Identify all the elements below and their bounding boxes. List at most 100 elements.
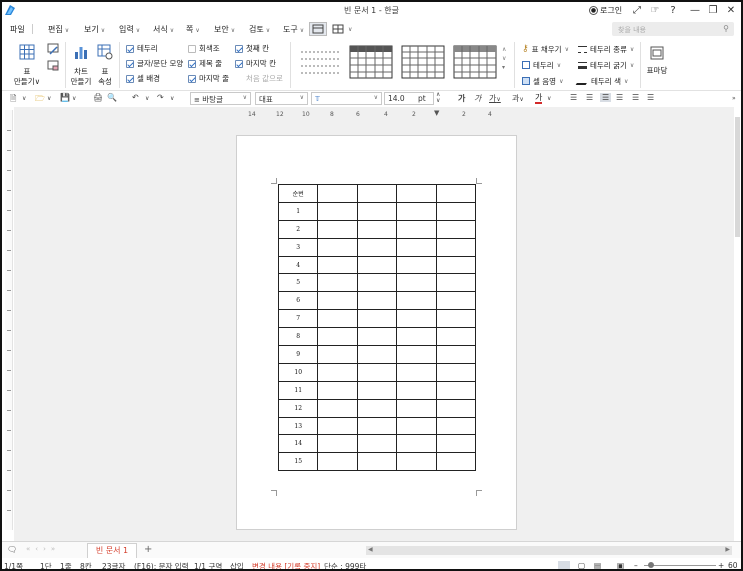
border-button[interactable]: 테두리 ∨ [522,59,561,71]
row-number-cell[interactable]: 12 [277,398,319,418]
row-number-cell[interactable]: 10 [277,362,319,382]
table-cell[interactable] [317,345,358,364]
font-color-button[interactable]: 가 [535,93,543,104]
table-cell[interactable] [396,201,437,221]
menu-review[interactable]: 검토 ∨ [249,24,270,35]
status-page[interactable]: 1/1쪽 [4,561,23,569]
checkbox[interactable] [235,44,243,53]
check-title-row[interactable]: 제목 줄 [188,58,222,69]
table-cell[interactable] [435,255,476,275]
view-web-icon[interactable]: ▢ [578,561,585,569]
table-cell[interactable] [317,201,358,221]
vertical-scrollbar[interactable] [734,107,741,541]
scroll-left-icon[interactable]: ◀ [368,546,373,553]
table-cell[interactable] [435,219,476,239]
close-icon[interactable]: ✕ [724,4,738,17]
table-cell[interactable] [396,398,437,418]
table-style-scroller[interactable]: ∧ ∨ ▾ [502,45,506,72]
table-cell[interactable] [317,398,358,418]
row-number-cell[interactable]: 9 [277,345,319,364]
table-cell[interactable] [356,201,398,221]
menu-tools[interactable]: 도구 ∨ [283,24,304,35]
table-cell[interactable] [317,184,358,203]
redo-dropdown[interactable]: ∨ [170,95,174,102]
table-cell[interactable] [396,273,437,293]
table-style-thumb-plain[interactable] [299,47,341,81]
table-cell[interactable] [396,434,437,454]
align-left-icon[interactable]: ☰ [586,93,593,102]
table-cell[interactable] [435,184,476,203]
border-type-button[interactable]: 테두리 종류 ∨ [578,43,634,55]
checkbox[interactable] [235,59,243,68]
menu-view[interactable]: 보기 ∨ [84,24,105,35]
table-cell[interactable] [317,327,358,347]
row-number-cell[interactable]: 2 [277,219,319,239]
checkbox[interactable] [126,59,134,68]
help-icon[interactable]: ? [666,4,680,17]
toolbar-overflow-icon[interactable]: » [732,95,736,102]
checkbox[interactable] [126,44,134,53]
font-group-select[interactable]: 대표 ∨ [255,92,308,105]
status-change-tracking[interactable]: 변경 내용 [기록 중지] [252,561,320,569]
table-cell[interactable] [356,309,398,329]
italic-button[interactable]: 가 [474,93,481,104]
fill-table-button[interactable]: ⚷ 표 채우기 ∨ [522,43,569,55]
table-cell[interactable] [317,237,358,257]
zoom-level[interactable]: 60 [728,561,738,569]
row-number-cell[interactable]: 7 [277,309,319,329]
row-number-cell[interactable]: 15 [277,452,319,472]
table-cell[interactable] [396,219,437,239]
horizontal-scrollbar[interactable]: ◀ ▶ [366,546,732,555]
table-cell[interactable] [435,345,476,364]
table-cell[interactable] [356,184,398,203]
align-distribute-icon[interactable]: ☰ [632,93,639,102]
tab-nav-arrows[interactable]: «‹›» [26,545,60,553]
table-layout-dropdown[interactable]: ∨ [346,24,352,33]
row-number-cell[interactable]: 11 [277,380,319,400]
table-cell[interactable] [396,416,437,436]
make-chart-button[interactable]: 차트 만들기 [69,44,93,87]
table-cell[interactable] [356,219,398,239]
menu-file[interactable]: 파일 [10,24,25,35]
table-cell[interactable] [435,201,476,221]
search-input[interactable]: 찾을 내용 ⚲ [612,22,734,36]
table-cell[interactable] [356,237,398,257]
align-right-icon[interactable]: ☰ [616,93,623,102]
font-size-spinner[interactable]: ∧ ∨ [436,92,440,104]
table-cell[interactable] [356,452,398,472]
table-cell[interactable] [396,327,437,347]
row-number-cell[interactable]: 6 [277,291,319,311]
table-cell[interactable] [356,327,398,347]
touch-mode-icon[interactable]: ☞ [648,4,662,17]
minimize-icon[interactable]: — [688,4,702,17]
table-cell[interactable] [435,327,476,347]
erase-table-icon[interactable] [47,60,59,74]
table-cell[interactable] [396,345,437,364]
table-cell[interactable] [356,398,398,418]
scrollbar-thumb[interactable] [735,117,740,237]
table-cell[interactable] [356,362,398,382]
save-dropdown[interactable]: ∨ [72,95,76,102]
table-cell[interactable] [435,434,476,454]
menu-format[interactable]: 서식 ∨ [153,24,174,35]
table-cell[interactable] [356,291,398,311]
row-number-cell[interactable]: 4 [277,255,319,275]
checkbox[interactable] [188,74,196,83]
table-cell[interactable] [317,416,358,436]
check-grayscale[interactable]: 회색조 [188,43,220,54]
open-folder-icon[interactable]: 🗁 [35,93,45,107]
table-cell[interactable] [356,434,398,454]
add-tab-button[interactable]: + [144,544,152,555]
table-cell[interactable] [396,237,437,257]
document-table[interactable]: 순번 1 2 3 4 5 6 7 8 9 10 11 12 13 14 15 [277,184,476,472]
undo-icon[interactable]: ↶ [132,93,139,102]
draw-table-icon[interactable] [47,43,59,57]
table-cell[interactable] [435,362,476,382]
table-cell[interactable] [356,255,398,275]
font-size-input[interactable]: 14.0 pt [384,92,434,105]
menu-edit[interactable]: 편집 ∨ [48,24,69,35]
zoom-slider[interactable] [644,565,716,566]
restore-icon[interactable]: ❐ [706,4,720,17]
table-cell[interactable] [396,309,437,329]
table-layout-tab-button[interactable] [329,22,347,36]
